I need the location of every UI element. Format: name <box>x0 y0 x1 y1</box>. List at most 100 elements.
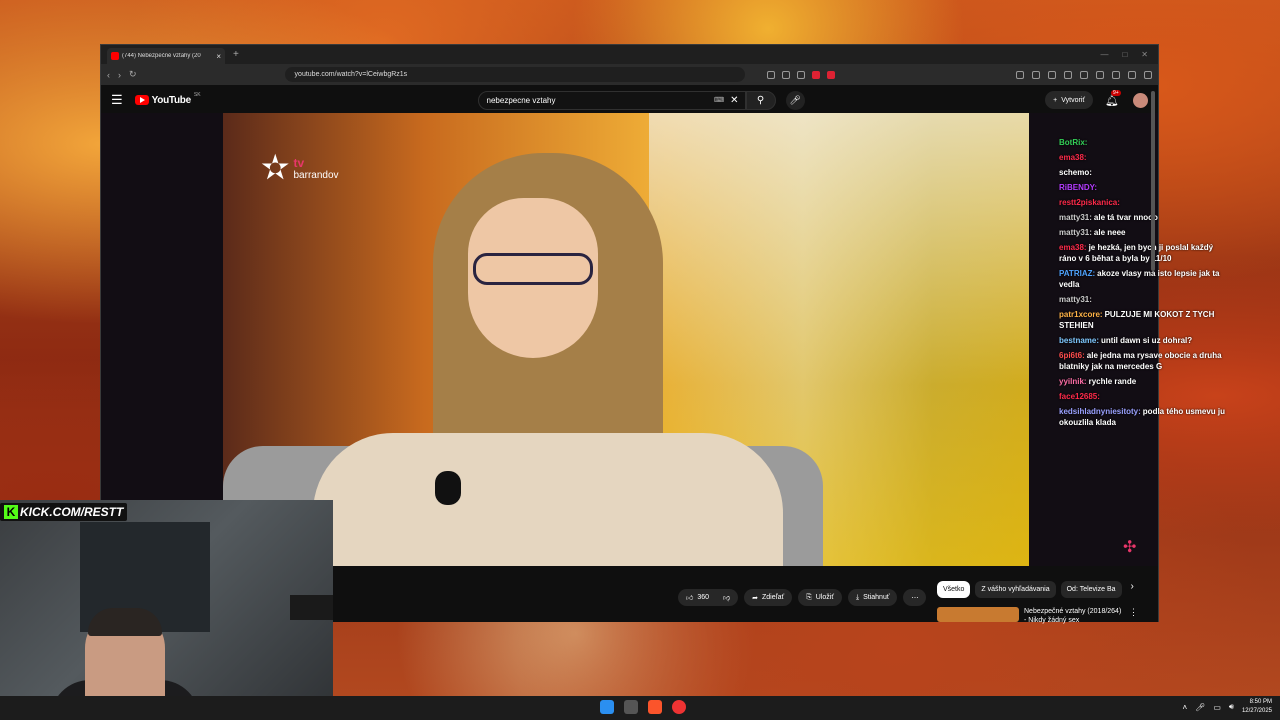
maximize-icon[interactable]: □ <box>1122 50 1127 59</box>
translate-icon[interactable] <box>781 70 790 79</box>
like-count: 360 <box>697 594 710 601</box>
more-actions-button[interactable]: ⋯ <box>903 589 927 606</box>
url-field[interactable]: youtube.com/watch?v=lCeiwbgRz1s <box>284 67 745 82</box>
recommended-video[interactable]: Nebezpečné vztahy (2018/264) - Nikdy žád… <box>937 607 1138 625</box>
close-window-icon[interactable]: ✕ <box>1141 50 1148 59</box>
taskbar: ˄ 🎤︎ ▭ 🔊︎ 8:50 PM 12/27/2025 <box>0 696 1280 720</box>
microphone-icon: 🎤︎ <box>789 94 801 105</box>
filter-chips: Všetko Z vášho vyhľadávania Od: Televize… <box>937 581 1134 598</box>
webcam-shelf <box>290 595 333 620</box>
chat-text: ale tá tvar nnooo <box>1093 213 1158 222</box>
address-bar-row: ‹ › ↻ youtube.com/watch?v=lCeiwbgRz1s <box>101 64 1158 85</box>
kick-url: KICK.COM/RESTT <box>20 505 124 519</box>
chat-text: ale neee <box>1093 228 1126 237</box>
volume-icon[interactable]: 🔊︎ <box>1229 702 1234 712</box>
chevron-up-icon[interactable]: ˄ <box>1183 703 1188 712</box>
brave-browser-icon[interactable] <box>648 700 662 714</box>
page-actions <box>766 70 835 79</box>
player-area[interactable]: ✫ tv barrandov ✣ <box>101 113 1158 566</box>
chat-username: face12685: <box>1059 392 1100 401</box>
reload-icon[interactable]: ↻ <box>129 69 137 80</box>
notifications-button[interactable]: 🔔︎ 9+ <box>1105 89 1121 107</box>
extension-icon[interactable] <box>1016 70 1024 79</box>
kick-logo-icon: K <box>4 505 18 519</box>
minimize-icon[interactable]: — <box>1100 50 1108 59</box>
scrollbar[interactable] <box>1151 91 1156 616</box>
brave-shield-icon[interactable] <box>811 70 820 79</box>
save-label: Uložiť <box>815 594 834 601</box>
chevron-right-icon[interactable]: › <box>1131 581 1134 598</box>
youtube-header: ☰ YouTube SK nebezpecne vztahy ⌨ ✕ ⚲ 🎤︎ … <box>101 85 1158 115</box>
windows-start-icon[interactable] <box>600 700 614 714</box>
task-view-icon[interactable] <box>624 700 638 714</box>
share-button[interactable]: ➦ Zdieľať <box>744 589 793 606</box>
search-query: nebezpecne vztahy <box>486 95 556 105</box>
keyboard-icon[interactable]: ⌨ <box>714 96 724 104</box>
chat-username: BotRix: <box>1059 138 1088 147</box>
webcam-streamer-hair <box>88 608 162 636</box>
extensions <box>1016 70 1152 79</box>
chat-username: matty31: <box>1059 295 1092 304</box>
browser-tab[interactable]: (744) Nebezpečné vztahy (20 × <box>107 48 225 64</box>
music-icon[interactable] <box>1048 70 1056 79</box>
menu-icon[interactable] <box>1144 70 1152 79</box>
video-frame[interactable]: ✫ tv barrandov <box>223 113 1029 566</box>
chat-message: matty31: <box>1059 294 1229 305</box>
voice-search-button[interactable]: 🎤︎ <box>785 90 805 110</box>
forward-icon[interactable]: › <box>118 70 121 80</box>
rewards-icon[interactable] <box>826 70 835 79</box>
clock[interactable]: 8:50 PM 12/27/2025 <box>1242 698 1272 716</box>
dislike-icon[interactable]: 👎︎ <box>723 593 730 602</box>
recommended-thumbnail[interactable] <box>937 607 1019 622</box>
chat-message: BotRix: <box>1059 137 1229 148</box>
like-button[interactable]: 👍︎ 360 👎︎ <box>678 589 739 606</box>
search-input[interactable]: nebezpecne vztahy ⌨ ✕ <box>477 90 746 110</box>
download-icon[interactable] <box>1128 70 1136 79</box>
channel-watermark: ✫ tv barrandov <box>261 151 339 185</box>
new-tab-icon[interactable]: + <box>233 49 239 60</box>
chip-from-channel[interactable]: Od: Televize Ba <box>1060 581 1122 598</box>
wallet-icon[interactable] <box>1080 70 1088 79</box>
more-vert-icon[interactable]: ⋮ <box>1129 607 1138 625</box>
search-button[interactable]: ⚲ <box>745 90 776 110</box>
chip-from-search[interactable]: Z vášho vyhľadávania <box>975 581 1056 598</box>
chip-all[interactable]: Všetko <box>937 581 971 598</box>
create-button[interactable]: + Vytvoriť <box>1045 91 1094 109</box>
chat-username: RiBENDY: <box>1059 183 1098 192</box>
back-icon[interactable]: ‹ <box>107 70 110 80</box>
microphone-tray-icon[interactable]: 🎤︎ <box>1195 703 1205 712</box>
channel-name: barrandov <box>293 169 339 181</box>
close-tab-icon[interactable]: × <box>216 52 221 61</box>
chat-message: matty31: ale tá tvar nnooo <box>1059 212 1229 223</box>
recommended-title[interactable]: Nebezpečné vztahy (2018/264) - Nikdy žád… <box>1024 607 1124 625</box>
window-controls: — □ ✕ <box>1100 50 1158 59</box>
network-icon[interactable]: ▭ <box>1213 703 1221 712</box>
app-icon[interactable] <box>672 700 686 714</box>
share-icon[interactable] <box>796 70 805 79</box>
tab-title: (744) Nebezpečné vztahy (20 <box>122 53 201 59</box>
save-button[interactable]: ⎘ Uložiť <box>798 589 842 606</box>
vpn-icon[interactable] <box>1112 70 1120 79</box>
download-button[interactable]: ⤓ Stiahnuť <box>847 589 898 606</box>
webcam-overlay <box>0 500 333 720</box>
chat-message: ema38: je hezká, jen bych ji poslal každý… <box>1059 242 1229 264</box>
chat-overlay: BotRix: ema38: schemo: RiBENDY: restt2piskan… <box>1059 137 1229 432</box>
video-person-sweater <box>313 433 783 566</box>
avatar[interactable] <box>1133 92 1148 108</box>
video-person-glasses <box>473 253 593 285</box>
clock-time: 8:50 PM <box>1249 699 1272 705</box>
youtube-logo[interactable]: YouTube SK <box>134 91 201 106</box>
sidebar-icon[interactable] <box>1064 70 1072 79</box>
puzzle-icon[interactable] <box>1096 70 1104 79</box>
scrollbar-thumb[interactable] <box>1151 91 1155 271</box>
chat-username: patr1xcore: <box>1059 310 1103 319</box>
chat-message: PATRIAZ: akoze vlasy ma isto lepsie jak t… <box>1059 268 1229 290</box>
hamburger-menu-icon[interactable]: ☰ <box>111 92 123 108</box>
country-code: SK <box>193 91 201 98</box>
video-actions: 👍︎ 360 👎︎ ➦ Zdieľať ⎘ Uložiť ⤓ Stiahnuť … <box>678 589 927 606</box>
chat-message: patr1xcore: PULZUJE MI KOKOT Z TYCH STEHI… <box>1059 309 1229 331</box>
cast-icon[interactable] <box>766 70 775 79</box>
extension-icon[interactable] <box>1032 70 1040 79</box>
clear-search-icon[interactable]: ✕ <box>730 95 738 106</box>
chat-text: until dawn si uz dohral? <box>1101 336 1193 345</box>
